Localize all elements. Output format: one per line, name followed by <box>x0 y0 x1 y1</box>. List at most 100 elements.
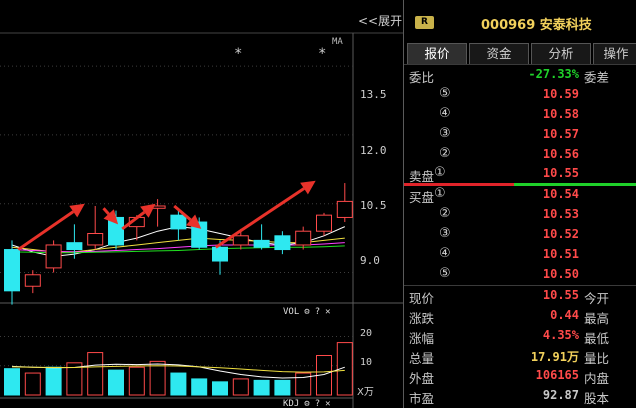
stat-row: 涨幅 4.35% 最低 <box>404 326 636 346</box>
volume-title: VOL <box>283 307 300 317</box>
chart-canvas[interactable] <box>0 0 403 408</box>
bid-price: 10.54 <box>542 187 579 201</box>
price-tick-label: 9.0 <box>360 254 380 267</box>
buy-label: 买盘 <box>409 190 435 205</box>
star-mark: * <box>318 46 327 62</box>
tab-operate[interactable]: 操作 <box>593 43 636 64</box>
bid-index: ④ <box>439 246 451 261</box>
stat-label: 外盘 <box>409 371 435 386</box>
help-icon[interactable]: ? <box>315 399 320 408</box>
stat-tail-label: 量比 <box>584 351 610 366</box>
candle-body <box>212 246 228 262</box>
stat-label: 市盈 <box>409 391 435 406</box>
volume-bar <box>191 378 208 396</box>
volume-bars <box>4 342 353 396</box>
bid-index: ② <box>439 206 451 221</box>
candle-body <box>24 274 41 287</box>
ask-price: 10.57 <box>542 127 579 141</box>
stat-value: 92.87 <box>542 388 579 402</box>
ask-price: 10.56 <box>542 147 579 161</box>
candles <box>4 183 353 305</box>
ask-price: 10.58 <box>542 107 579 121</box>
ask-index: ② <box>439 146 451 161</box>
volume-bar <box>108 369 124 396</box>
candle-body <box>45 244 62 269</box>
annotation-arrow-shaft <box>102 207 110 215</box>
volume-gridlines <box>0 335 353 367</box>
weidiff-label: 委差 <box>584 70 610 85</box>
annotation-arrow-head <box>300 180 316 195</box>
star-mark: * <box>234 46 243 62</box>
volume-bar <box>4 368 20 396</box>
candle-body <box>170 214 187 230</box>
stock-header: R 000969 安泰科技 <box>404 9 636 33</box>
annotation-arrow-shaft <box>215 187 305 249</box>
volume-ma-line <box>11 365 345 373</box>
candle-body <box>232 235 249 246</box>
kline-chart[interactable]: <<展开 MA * * 13.5 12.0 10.5 9.0 VOL ⚙ ? ✕… <box>0 0 403 408</box>
stat-tail-label: 股本 <box>584 391 610 406</box>
help-icon[interactable]: ? <box>315 307 320 317</box>
stat-label: 涨跌 <box>409 311 435 326</box>
bid-row: 买盘 ① 10.54 <box>404 185 636 205</box>
r-badge[interactable]: R <box>415 16 434 29</box>
volume-bar <box>87 352 104 396</box>
tab-quote[interactable]: 报价 <box>407 43 467 64</box>
volume-toolbar: VOL ⚙ ? ✕ <box>283 305 331 319</box>
price-tick-label: 10.5 <box>360 199 387 212</box>
weibi-row: 委比 -27.33% 委差 <box>404 65 636 85</box>
close-icon[interactable]: ✕ <box>325 307 330 317</box>
ask-row: 卖盘 ① 10.55 <box>404 164 636 184</box>
ask-index: ① <box>434 165 446 180</box>
tab-funds[interactable]: 资金 <box>469 43 529 64</box>
stat-tail-label: 内盘 <box>584 371 610 386</box>
ask-index: ④ <box>439 106 451 121</box>
candle-body <box>4 249 20 292</box>
volume-bar <box>232 378 249 396</box>
kdj-title: KDJ <box>283 399 300 408</box>
bid-index: ① <box>434 186 446 201</box>
volume-tick-label: 20 <box>360 328 373 339</box>
stat-label: 涨幅 <box>409 331 435 346</box>
stat-value: 0.44 <box>550 308 579 322</box>
bid-row: ⑤ 10.50 <box>404 265 636 285</box>
volume-bar <box>149 360 166 396</box>
stat-row: 现价 10.55 今开 <box>404 286 636 306</box>
tab-analysis[interactable]: 分析 <box>531 43 591 64</box>
stat-value: 10.55 <box>542 288 579 302</box>
volume-bar <box>128 366 145 396</box>
expand-button[interactable]: <<展开 <box>358 12 402 29</box>
ask-price: 10.59 <box>542 87 579 101</box>
ask-row: ⑤ 10.59 <box>404 85 636 105</box>
volume-bar <box>274 379 291 396</box>
volume-bar <box>24 372 41 396</box>
bid-row: ④ 10.51 <box>404 245 636 265</box>
bid-row: ② 10.53 <box>404 205 636 225</box>
stat-tail-label: 最高 <box>584 311 610 326</box>
volume-bar <box>212 381 228 396</box>
annotation-arrows <box>17 180 316 251</box>
volume-bar <box>45 366 62 396</box>
gear-icon[interactable]: ⚙ <box>304 307 309 317</box>
candle-body <box>336 200 353 218</box>
bid-price: 10.51 <box>542 247 579 261</box>
bid-price: 10.52 <box>542 227 579 241</box>
candle-body <box>66 242 83 251</box>
weibi-value: -27.33% <box>528 67 579 81</box>
stock-title: 000969 安泰科技 <box>481 18 592 33</box>
stat-row: 外盘 106165 内盘 <box>404 366 636 386</box>
annotation-arrow-head <box>69 203 85 218</box>
weibi-label: 委比 <box>409 70 435 85</box>
stat-tail-label: 今开 <box>584 291 610 306</box>
close-icon[interactable]: ✕ <box>325 399 330 408</box>
stat-value: 4.35% <box>542 328 579 342</box>
bid-row: ③ 10.52 <box>404 225 636 245</box>
gear-icon[interactable]: ⚙ <box>304 399 309 408</box>
ask-row: ② 10.56 <box>404 145 636 165</box>
stat-label: 总量 <box>409 351 435 366</box>
ask-index: ③ <box>439 126 451 141</box>
candle-body <box>87 233 104 246</box>
volume-unit-label: X万 <box>357 387 374 398</box>
candle-body <box>274 235 291 251</box>
bid-price: 10.53 <box>542 207 579 221</box>
